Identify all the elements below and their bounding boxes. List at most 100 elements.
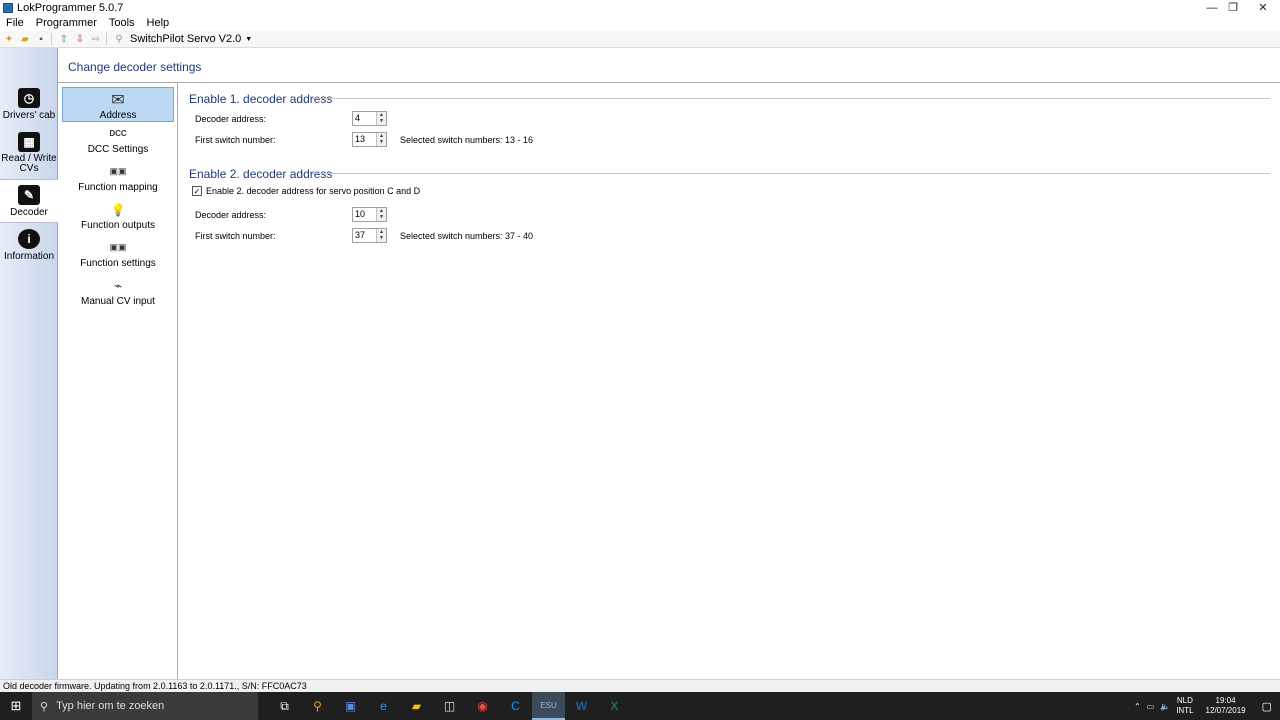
notifications-icon[interactable]: ▢: [1262, 700, 1272, 713]
stepper-arrows-icon[interactable]: ▲ ▼: [376, 133, 386, 146]
window-title: LokProgrammer 5.0.7: [17, 1, 124, 14]
section1-decoder-address-stepper[interactable]: 4 ▲ ▼: [352, 111, 387, 126]
section1-title: Enable 1. decoder address: [189, 92, 333, 106]
clock-time: 19:04: [1215, 696, 1236, 705]
nav-read-write-cvs[interactable]: ▦ Read / Write CVs: [0, 132, 58, 174]
section2-decoder-address-stepper[interactable]: 10 ▲ ▼: [352, 207, 387, 222]
cab-icon: ◷: [18, 88, 40, 108]
decoder-type-icon: ⚲: [115, 33, 123, 45]
subnav-manual-cv-input-label: Manual CV input: [81, 296, 155, 307]
subnav-function-settings[interactable]: ▣▣ Function settings: [62, 239, 174, 269]
nav-decoder-label: Decoder: [10, 207, 48, 218]
update-icon[interactable]: ⇨: [89, 33, 103, 45]
subnav-function-mapping[interactable]: ▣▣ Function mapping: [62, 163, 174, 193]
status-bar: Old decoder firmware. Updating from 2.0.…: [0, 679, 1280, 692]
system-tray: ⌃ ▭ 🔈 NLD INTL 19:04 12/07/2019 ▢: [1134, 692, 1280, 720]
subnav-address[interactable]: ✉ Address: [62, 87, 174, 122]
nav-decoder[interactable]: ✎ Decoder: [0, 179, 58, 223]
subnav-dcc-settings[interactable]: DCC DCC Settings: [62, 125, 174, 155]
menu-bar: File Programmer Tools Help: [0, 15, 1280, 31]
section2-first-switch-stepper[interactable]: 37 ▲ ▼: [352, 228, 387, 243]
volume-icon[interactable]: 🔈: [1160, 702, 1170, 711]
page-title: Change decoder settings: [68, 60, 202, 74]
section2-first-switch-value: 37: [355, 230, 366, 240]
new-file-icon[interactable]: ✦: [2, 33, 16, 45]
subnav-manual-cv-input[interactable]: ⌁ Manual CV input: [62, 277, 174, 308]
section1-divider: [312, 98, 1270, 99]
network-icon[interactable]: ▭: [1147, 702, 1155, 711]
nav-information[interactable]: i Information: [0, 229, 58, 262]
clock[interactable]: 19:04 12/07/2019: [1206, 696, 1246, 716]
subnav-dcc-settings-label: DCC Settings: [87, 144, 149, 155]
menu-file[interactable]: File: [0, 17, 30, 29]
stepper-arrows-icon[interactable]: ▲ ▼: [376, 229, 386, 242]
decoder-select[interactable]: SwitchPilot Servo V2.0 ▼: [130, 33, 252, 45]
section2-first-switch-label: First switch number:: [195, 231, 276, 241]
function-settings-icon: ▣▣: [109, 242, 127, 252]
clock-date: 12/07/2019: [1205, 706, 1246, 715]
section2-title: Enable 2. decoder address: [189, 167, 333, 181]
title-bar: LokProgrammer 5.0.7 — ❐ ✕: [0, 0, 1280, 15]
settings-subnav: ✉ Address DCC DCC Settings ▣▣ Function m…: [58, 83, 178, 679]
subnav-function-outputs-label: Function outputs: [81, 220, 155, 231]
address-settings-content: Enable 1. decoder address Decoder addres…: [179, 83, 1280, 679]
read-decoder-icon[interactable]: ⇧: [57, 33, 71, 45]
dcc-icon: DCC: [109, 129, 127, 138]
app-icon: [3, 2, 13, 13]
toolbar-separator: [51, 33, 52, 45]
lightbulb-icon: 💡: [110, 202, 126, 217]
stepper-arrows-icon[interactable]: ▲ ▼: [376, 208, 386, 221]
search-app-icon[interactable]: ⚲: [301, 692, 334, 720]
save-icon[interactable]: ▪: [34, 33, 48, 45]
section1-selected-switch-numbers: Selected switch numbers: 13 - 16: [400, 135, 534, 145]
language-indicator[interactable]: NLD INTL: [1176, 696, 1193, 716]
store-bag-icon[interactable]: ◫: [433, 692, 466, 720]
section2-selected-switch-numbers: Selected switch numbers: 37 - 40: [400, 231, 534, 241]
section2-decoder-address-value: 10: [355, 209, 366, 219]
envelope-icon: ✉: [111, 91, 125, 109]
search-icon: ⚲: [40, 700, 49, 713]
info-icon: i: [18, 229, 40, 249]
decoder-select-value: SwitchPilot Servo V2.0: [130, 33, 242, 45]
section1-decoder-address-value: 4: [355, 113, 361, 123]
excel-icon[interactable]: X: [598, 692, 631, 720]
esu-icon[interactable]: ESU: [532, 692, 565, 720]
chrome-icon[interactable]: ◉: [466, 692, 499, 720]
section1-decoder-address-label: Decoder address:: [195, 114, 267, 124]
subnav-address-label: Address: [99, 110, 137, 121]
store-icon[interactable]: ▣: [334, 692, 367, 720]
task-view-icon[interactable]: ⧉: [268, 692, 301, 720]
menu-programmer[interactable]: Programmer: [30, 17, 103, 29]
section2-decoder-address-label: Decoder address:: [195, 210, 267, 220]
chevron-down-icon: ▼: [245, 35, 253, 43]
stepper-arrows-icon[interactable]: ▲ ▼: [376, 112, 386, 125]
open-folder-icon[interactable]: ▰: [18, 33, 32, 45]
word-icon[interactable]: W: [565, 692, 598, 720]
nav-drivers-cab-label: Drivers' cab: [2, 110, 56, 121]
maximize-button[interactable]: ❐: [1216, 0, 1250, 15]
chevron-up-icon[interactable]: ⌃: [1134, 702, 1141, 711]
wrench-icon: ✎: [18, 185, 40, 205]
subnav-function-outputs[interactable]: 💡 Function outputs: [62, 201, 174, 232]
write-decoder-icon[interactable]: ⇩: [73, 33, 87, 45]
nav-drivers-cab[interactable]: ◷ Drivers' cab: [0, 88, 58, 121]
toolbar: ✦ ▰ ▪ ⇧ ⇩ ⇨ ⚲ SwitchPilot Servo V2.0 ▼: [0, 31, 1280, 48]
ccleaner-icon[interactable]: C: [499, 692, 532, 720]
explorer-icon[interactable]: ▰: [400, 692, 433, 720]
section1-first-switch-label: First switch number:: [195, 135, 276, 145]
close-button[interactable]: ✕: [1246, 0, 1280, 15]
menu-tools[interactable]: Tools: [103, 17, 141, 29]
subnav-function-settings-label: Function settings: [80, 258, 156, 269]
function-mapping-icon: ▣▣: [109, 166, 127, 176]
section1-first-switch-stepper[interactable]: 13 ▲ ▼: [352, 132, 387, 147]
subnav-function-mapping-label: Function mapping: [78, 182, 158, 193]
windows-start-icon[interactable]: ⊞: [0, 692, 32, 720]
taskbar-search[interactable]: ⚲ Typ hier om te zoeken: [32, 692, 258, 720]
edge-icon[interactable]: e: [367, 692, 400, 720]
section1-first-switch-value: 13: [355, 134, 366, 144]
manual-cv-icon: ⌁: [114, 277, 122, 293]
left-nav: ◷ Drivers' cab ▦ Read / Write CVs ✎ Deco…: [0, 48, 58, 679]
section2-enable-checkbox[interactable]: ✓: [192, 186, 202, 196]
section2-enable-checkbox-label[interactable]: Enable 2. decoder address for servo posi…: [206, 186, 420, 196]
menu-help[interactable]: Help: [141, 17, 176, 29]
